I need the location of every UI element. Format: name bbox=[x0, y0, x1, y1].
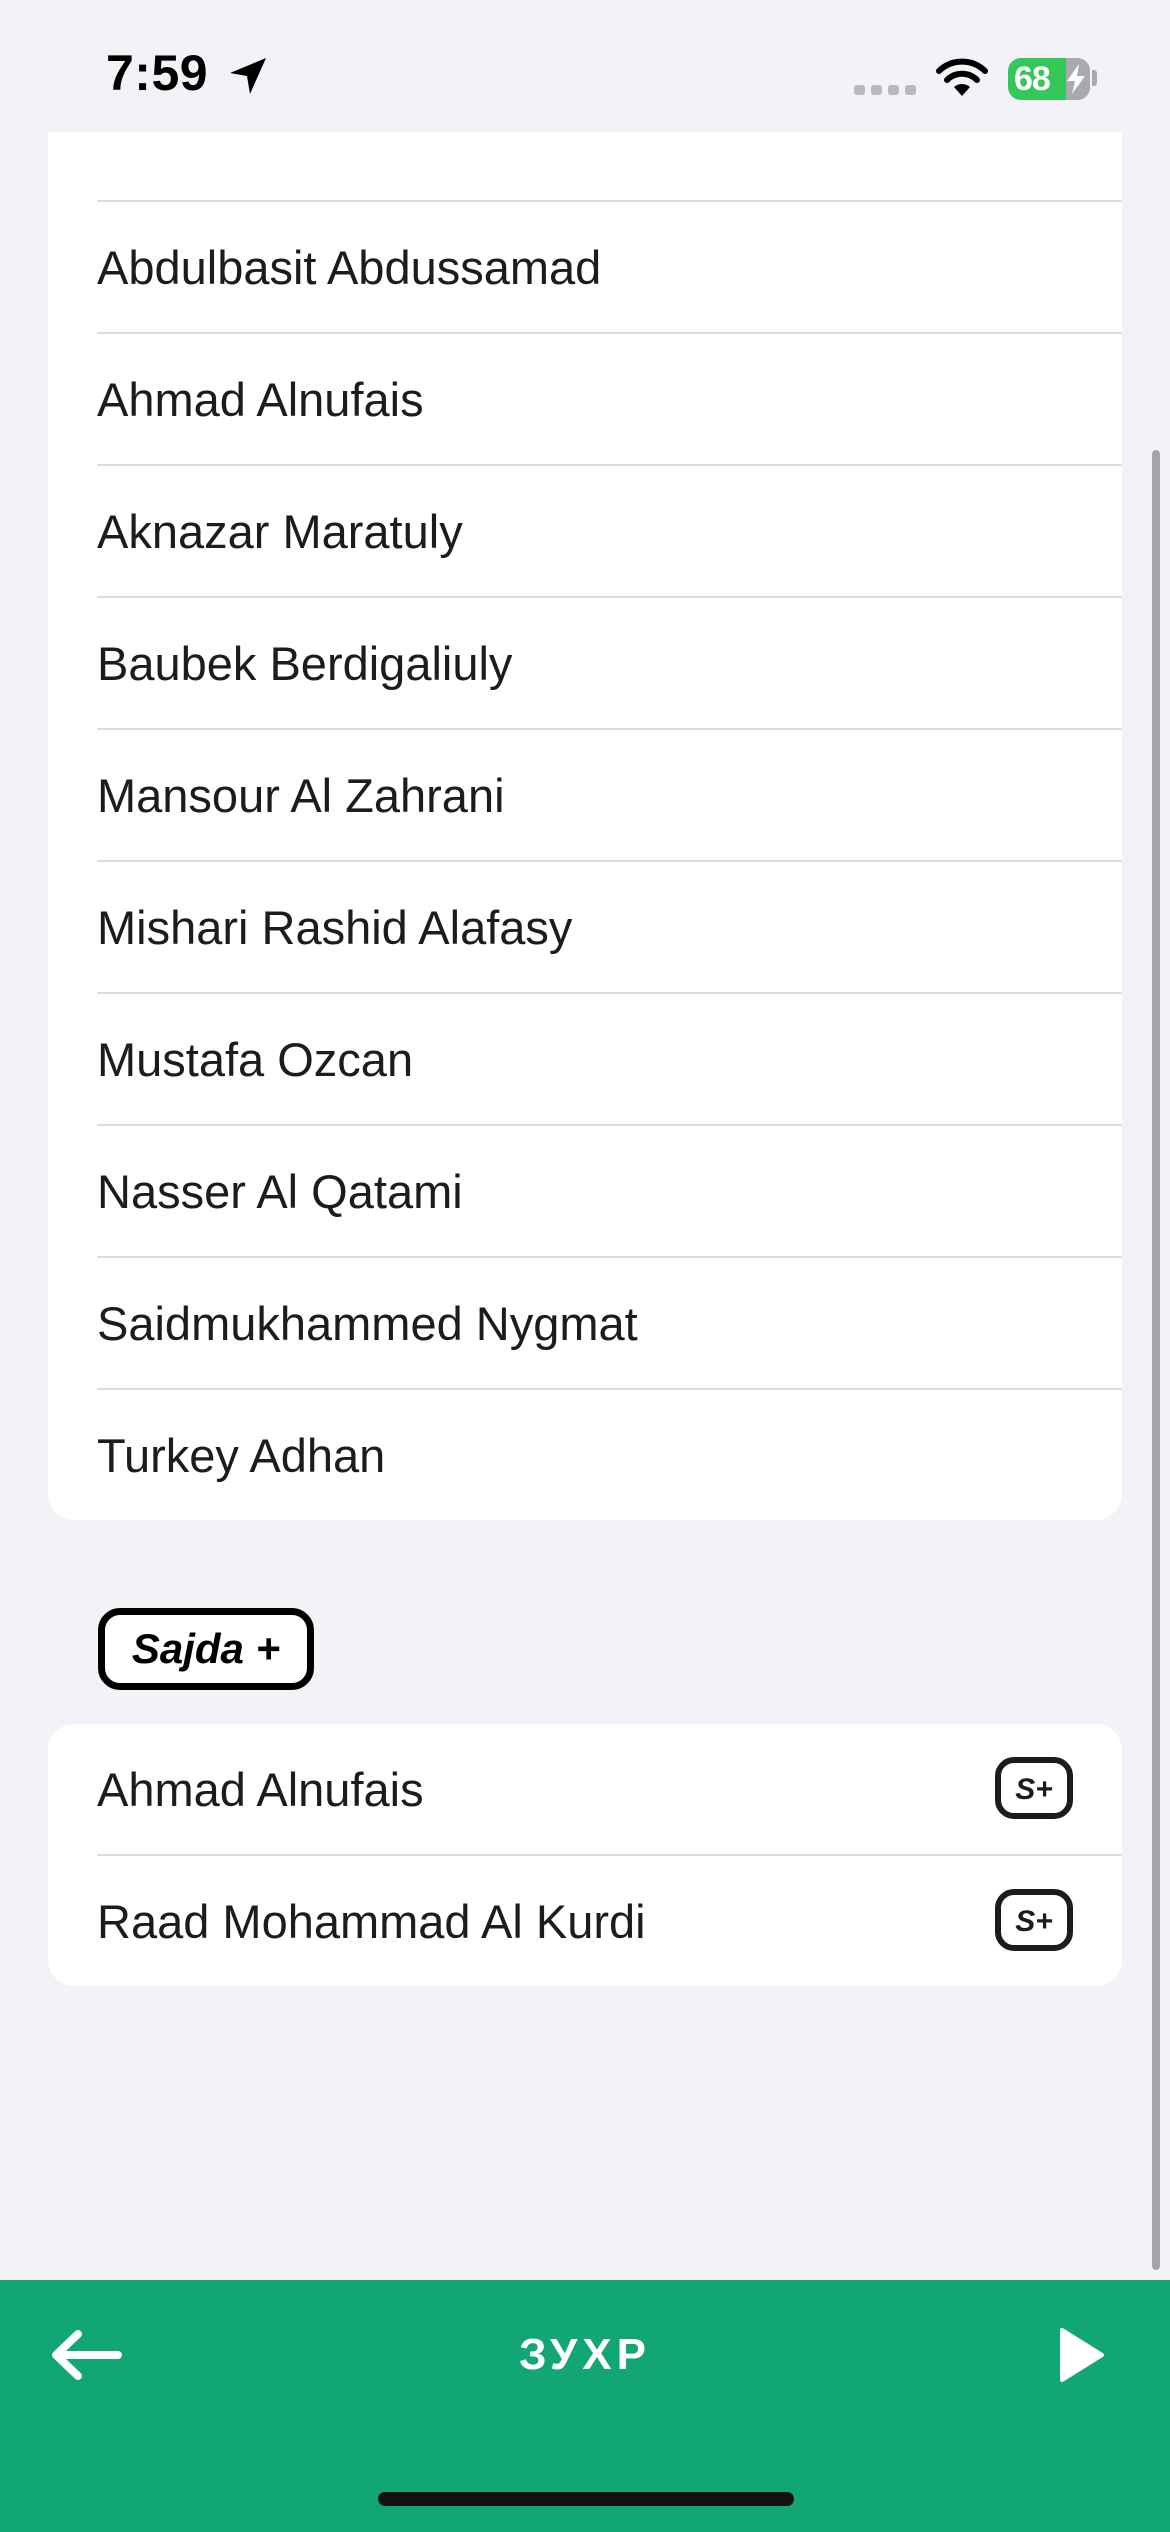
reciter-name: Saidmukhammed Nygmat bbox=[97, 1297, 638, 1350]
list-item[interactable]: Nasser Al Qatami bbox=[48, 1126, 1122, 1258]
status-bar: 7:59 68 bbox=[0, 0, 1170, 132]
reciter-name: Abdulbasit Abdussamad bbox=[97, 241, 602, 294]
battery-cap bbox=[1092, 70, 1097, 86]
list-item[interactable]: Mansour Al Zahrani bbox=[48, 730, 1122, 862]
charging-bolt-icon bbox=[1067, 64, 1085, 94]
list-item[interactable]: Mustafa Ozcan bbox=[48, 994, 1122, 1126]
reciter-name: Aknazar Maratuly bbox=[97, 505, 463, 558]
s-plus-badge-icon: S+ bbox=[995, 1889, 1073, 1951]
prayer-sound-screen: 7:59 68 Abdulbasit Abdussamad Ahmad Alnu… bbox=[0, 0, 1170, 2532]
prayer-title: ЗУХР bbox=[519, 2330, 651, 2379]
arrow-left-icon[interactable] bbox=[40, 2318, 130, 2392]
list-item[interactable]: Aknazar Maratuly bbox=[48, 466, 1122, 598]
list-item[interactable]: Baubek Berdigaliuly bbox=[48, 598, 1122, 730]
status-time: 7:59 bbox=[106, 45, 209, 101]
battery-level: 68 bbox=[1014, 60, 1051, 98]
cellular-signal-icon bbox=[854, 85, 916, 95]
premium-section-badge: Sajda + bbox=[98, 1608, 314, 1690]
location-arrow-icon bbox=[230, 58, 266, 94]
scroll-indicator[interactable] bbox=[1152, 450, 1160, 2270]
reciter-name: Baubek Berdigaliuly bbox=[97, 637, 513, 690]
reciter-list: Abdulbasit Abdussamad Ahmad Alnufais Akn… bbox=[48, 132, 1122, 1520]
list-item[interactable]: Mishari Rashid Alafasy bbox=[48, 862, 1122, 994]
premium-section-label: Sajda + bbox=[131, 1625, 281, 1672]
list-item[interactable]: Turkey Adhan bbox=[48, 1390, 1122, 1520]
svg-text:S+: S+ bbox=[1015, 1905, 1053, 1938]
reciter-name: Mansour Al Zahrani bbox=[97, 769, 505, 822]
play-icon[interactable] bbox=[1040, 2316, 1120, 2394]
battery-indicator: 68 bbox=[1008, 58, 1090, 100]
list-item[interactable]: Saidmukhammed Nygmat bbox=[48, 1258, 1122, 1390]
reciter-name: Mishari Rashid Alafasy bbox=[97, 901, 573, 954]
list-item[interactable]: Abdulbasit Abdussamad bbox=[48, 202, 1122, 334]
s-plus-badge-icon: S+ bbox=[995, 1757, 1073, 1819]
list-item[interactable]: Raad Mohammad Al Kurdi S+ bbox=[48, 1856, 1122, 1986]
reciter-name: Turkey Adhan bbox=[97, 1429, 386, 1482]
reciter-name: Ahmad Alnufais bbox=[97, 1763, 424, 1816]
reciter-name: Raad Mohammad Al Kurdi bbox=[97, 1895, 646, 1948]
svg-text:S+: S+ bbox=[1015, 1773, 1053, 1806]
wifi-icon bbox=[936, 58, 988, 96]
reciter-name: Mustafa Ozcan bbox=[97, 1033, 414, 1086]
premium-reciter-list: Ahmad Alnufais S+ Raad Mohammad Al Kurdi… bbox=[48, 1724, 1122, 1986]
list-item[interactable]: Ahmad Alnufais bbox=[48, 334, 1122, 466]
list-item[interactable] bbox=[48, 132, 1122, 196]
reciter-name: Ahmad Alnufais bbox=[97, 373, 424, 426]
home-indicator bbox=[378, 2492, 794, 2506]
reciter-name: Nasser Al Qatami bbox=[97, 1165, 463, 1218]
list-item[interactable]: Ahmad Alnufais S+ bbox=[48, 1724, 1122, 1856]
